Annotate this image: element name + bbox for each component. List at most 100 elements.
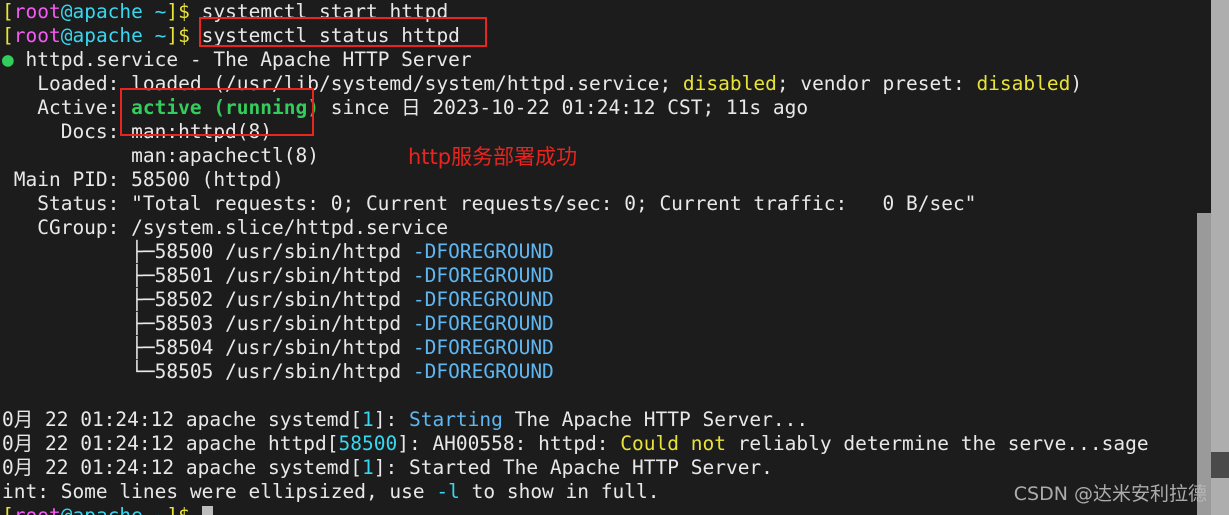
cgroup-process-row: └─58505 /usr/sbin/httpd -DFOREGROUND (0, 360, 1200, 384)
cgroup-process-path: /usr/sbin/httpd (213, 360, 413, 383)
prompt-path: ~ (142, 24, 167, 47)
prompt-bracket-open: [ (2, 504, 14, 515)
terminal-output[interactable]: [root@apache ~]$ systemctl start httpd [… (0, 0, 1200, 515)
loaded-label: Loaded: (2, 72, 132, 95)
command-start-httpd-text: systemctl start httpd (201, 0, 449, 23)
main-pid-line: Main PID: 58500 (httpd) (0, 168, 1200, 192)
scrollbar-thumb[interactable] (1197, 213, 1211, 515)
prompt-bracket-open: [ (2, 24, 14, 47)
cgroup-process-flag: -DFOREGROUND (412, 360, 554, 383)
active-state: active (running) (131, 96, 319, 119)
journal-timestamp: 0月 22 01:24:12 apache httpd (2, 432, 327, 455)
ellipsized-hint-pre: int: Some lines were ellipsized, use (2, 480, 437, 503)
journal-message: The Apache HTTP Server... (502, 408, 809, 431)
cgroup-branch-icon: ├─ (2, 240, 155, 263)
active-timestamp: 2023-10-22 01:24:12 CST; 11s ago (420, 96, 809, 119)
loaded-paren-close: ) (1070, 72, 1083, 95)
journal-line-starting: 0月 22 01:24:12 apache systemd[1]: Starti… (0, 408, 1200, 432)
cgroup-process-flag: -DFOREGROUND (412, 264, 554, 287)
journal-pid-bracket-open: [ (350, 456, 362, 479)
cgroup-process-row: ├─58503 /usr/sbin/httpd -DFOREGROUND (0, 312, 1200, 336)
journal-highlight-could-not: Could not (620, 432, 726, 455)
prompt-bracket-close: ] (166, 24, 179, 47)
cgroup-process-row: ├─58501 /usr/sbin/httpd -DFOREGROUND (0, 264, 1200, 288)
command-start-httpd: systemctl start httpd (190, 0, 449, 23)
docs-line-2: man:apachectl(8) (0, 144, 1200, 168)
text-cursor (201, 506, 213, 515)
command-status-httpd: systemctl status httpd (190, 24, 460, 47)
main-pid-label: Main PID: (2, 168, 132, 191)
terminal-window: [root@apache ~]$ systemctl start httpd [… (0, 0, 1229, 515)
journal-message: reliably determine the serve...sage (725, 432, 1149, 455)
loaded-path: loaded (/usr/lib/systemd/system/httpd.se… (131, 72, 683, 95)
annotation-deploy-success: http服务部署成功 (408, 145, 578, 169)
cgroup-process-path: /usr/sbin/httpd (213, 240, 413, 263)
blank-separator (0, 384, 1200, 408)
journal-pid-bracket-close: ] (397, 432, 409, 455)
csdn-watermark: CSDN @达米安利拉德 (1013, 483, 1207, 505)
status-value: "Total requests: 0; Current requests/sec… (131, 192, 977, 215)
unit-title: httpd.service - The Apache HTTP Server (13, 48, 472, 71)
journal-line-warning: 0月 22 01:24:12 apache httpd[58500]: AH00… (0, 432, 1200, 456)
prompt-bracket-open: [ (2, 0, 14, 23)
prompt-path: ~ (142, 0, 167, 23)
journal-error-code: AH00558: httpd: (432, 432, 621, 455)
active-line: Active: active (running) since 日 2023-10… (0, 96, 1200, 120)
main-pid-value: 58500 (httpd) (131, 168, 284, 191)
journal-pid-bracket-open: [ (326, 432, 339, 455)
docs-entry-apachectl: man:apachectl(8) (131, 144, 319, 167)
scrollbar-marker (1211, 452, 1229, 478)
cgroup-label: CGroup: (2, 216, 132, 239)
prompt-bracket-close: ] (166, 504, 178, 515)
journal-highlight-starting: Starting (408, 408, 503, 431)
unit-title-line: ● httpd.service - The Apache HTTP Server (0, 48, 1200, 72)
prompt-path: ~ (143, 504, 167, 515)
cgroup-branch-icon: ├─ (2, 336, 155, 359)
cgroup-process-row: ├─58500 /usr/sbin/httpd -DFOREGROUND (0, 240, 1200, 264)
prompt-bracket-close: ] (166, 0, 179, 23)
docs-line-1: Docs: man:httpd(8) (0, 120, 1200, 144)
journal-pid-bracket-close: ] (373, 456, 386, 479)
cgroup-process-flag: -DFOREGROUND (412, 240, 554, 263)
cgroup-process-pid: 58505 (154, 360, 214, 383)
cgroup-process-pid: 58500 (154, 240, 214, 263)
journal-timestamp: 0月 22 01:24:12 apache systemd (2, 456, 351, 479)
journal-pid: 1 (361, 456, 374, 479)
cgroup-process-path: /usr/sbin/httpd (213, 288, 413, 311)
cgroup-value: /system.slice/httpd.service (131, 216, 449, 239)
journal-colon: : (385, 456, 409, 479)
journal-pid: 58500 (338, 432, 398, 455)
prompt-user: root (13, 0, 61, 23)
status-label: Status: (2, 192, 132, 215)
command-line-final[interactable]: [root@apache ~]$ (0, 504, 1200, 515)
cgroup-process-row: ├─58504 /usr/sbin/httpd -DFOREGROUND (0, 336, 1200, 360)
docs-label: Docs: (2, 120, 132, 143)
cgroup-process-row: ├─58502 /usr/sbin/httpd -DFOREGROUND (0, 288, 1200, 312)
prompt-user: root (14, 504, 61, 515)
prompt-user: root (13, 24, 61, 47)
journal-pid-bracket-close: ] (373, 408, 386, 431)
ellipsized-hint-post: to show in full. (459, 480, 660, 503)
loaded-state-disabled: disabled (682, 72, 777, 95)
docs-entry-httpd: man:httpd(8) (131, 120, 273, 143)
prompt-sigil: $ (178, 0, 190, 23)
prompt-sigil: $ (178, 504, 190, 515)
calendar-glyph-icon: 日 (401, 96, 421, 119)
cgroup-process-pid: 58501 (154, 264, 214, 287)
service-status-dot-icon: ● (2, 48, 14, 71)
cgroup-process-path: /usr/sbin/httpd (213, 336, 413, 359)
journal-timestamp: 0月 22 01:24:12 apache systemd (2, 408, 351, 431)
cgroup-process-flag: -DFOREGROUND (412, 336, 554, 359)
command-line-status: [root@apache ~]$ systemctl status httpd (0, 24, 1200, 48)
journal-pid-bracket-open: [ (350, 408, 362, 431)
cgroup-process-pid: 58503 (154, 312, 214, 335)
prompt-sigil: $ (178, 24, 190, 47)
command-status-httpd-text: systemctl status httpd (201, 24, 460, 47)
command-line-start: [root@apache ~]$ systemctl start httpd (0, 0, 1200, 24)
prompt-host: @apache (61, 504, 143, 515)
active-since-label: since (318, 96, 402, 119)
scrollbar-track[interactable] (1211, 0, 1229, 515)
journal-colon: : (408, 432, 433, 455)
cgroup-process-path: /usr/sbin/httpd (213, 264, 413, 287)
cgroup-branch-icon: ├─ (2, 264, 155, 287)
